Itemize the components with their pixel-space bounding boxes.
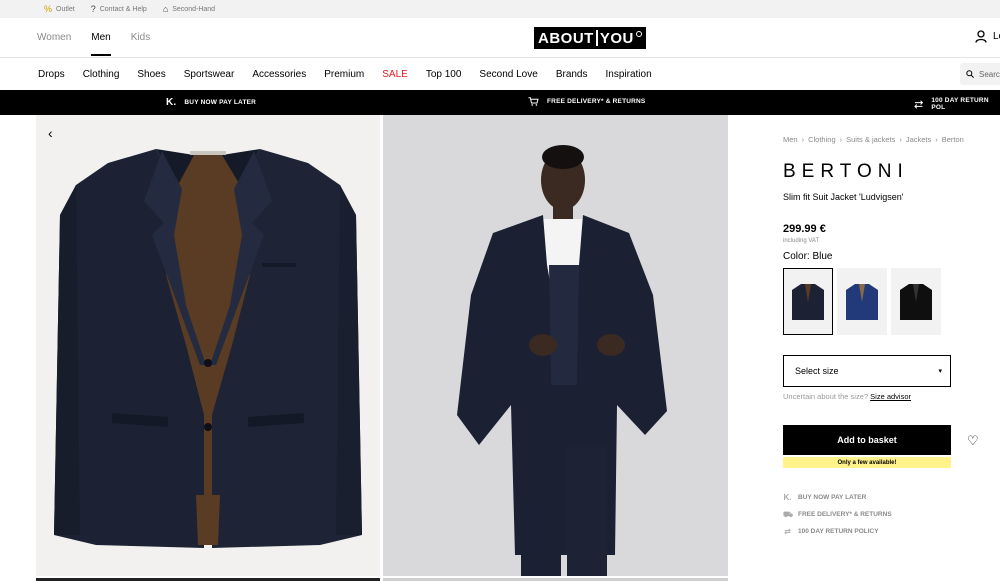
nav-sale[interactable]: SALE bbox=[382, 69, 408, 80]
nav-top-100[interactable]: Top 100 bbox=[426, 69, 462, 80]
heart-icon[interactable]: ♡ bbox=[967, 433, 979, 449]
breadcrumb-men[interactable]: Men bbox=[783, 135, 798, 144]
breadcrumb-brand[interactable]: Berton bbox=[942, 135, 964, 144]
return-arrows-icon: ⇄ bbox=[784, 527, 791, 536]
product-gallery: ‹ bbox=[36, 115, 728, 581]
about-you-logo[interactable]: ABOUT YOU bbox=[534, 27, 646, 49]
vat-note: including VAT bbox=[783, 238, 820, 244]
caret-down-icon: ▾ bbox=[938, 368, 942, 375]
breadcrumb-jackets[interactable]: Jackets bbox=[906, 135, 931, 144]
perk-delivery: ⛟ FREE DELIVERY* & RETURNS bbox=[783, 509, 892, 519]
nav-drops[interactable]: Drops bbox=[38, 69, 65, 80]
breadcrumb: Men › Clothing › Suits & jackets › Jacke… bbox=[783, 135, 964, 144]
size-advisor-link[interactable]: Size advisor bbox=[870, 392, 911, 401]
promo-bar: K. BUY NOW PAY LATER FREE DELIVERY* & RE… bbox=[0, 90, 1000, 115]
klarna-icon: K. bbox=[166, 97, 177, 108]
perk-buy-now: K. BUY NOW PAY LATER bbox=[783, 493, 867, 502]
nav-second-love[interactable]: Second Love bbox=[479, 69, 537, 80]
search-icon bbox=[966, 70, 974, 78]
size-select[interactable]: Select size ▾ bbox=[783, 355, 951, 387]
stock-notice: Only a few available! bbox=[783, 457, 951, 468]
nav-accessories[interactable]: Accessories bbox=[252, 69, 306, 80]
breadcrumb-suits[interactable]: Suits & jackets bbox=[846, 135, 895, 144]
cart-icon bbox=[528, 97, 539, 106]
back-arrow-icon[interactable]: ‹ bbox=[48, 125, 53, 141]
user-icon bbox=[975, 30, 987, 43]
model-illustration bbox=[457, 145, 667, 576]
category-nav: Drops Clothing Shoes Sportswear Accessor… bbox=[0, 58, 1000, 90]
tab-kids[interactable]: Kids bbox=[131, 32, 150, 43]
swatch-blue[interactable] bbox=[783, 268, 833, 335]
nav-brands[interactable]: Brands bbox=[556, 69, 588, 80]
size-help: Uncertain about the size? Size advisor bbox=[783, 392, 912, 401]
search-input[interactable]: Searc bbox=[960, 63, 1000, 85]
perks-list: K. BUY NOW PAY LATER ⛟ FREE DELIVERY* & RE… bbox=[783, 489, 892, 540]
perk-returns: ⇄ 100 DAY RETURN POLICY bbox=[784, 527, 879, 536]
breadcrumb-clothing[interactable]: Clothing bbox=[808, 135, 836, 144]
gender-tabs: Women Men Kids bbox=[37, 32, 150, 56]
product-name: Slim fit Suit Jacket 'Ludvigsen' bbox=[783, 192, 904, 202]
product-image-front[interactable]: ‹ bbox=[36, 115, 380, 576]
tab-men[interactable]: Men bbox=[91, 32, 112, 56]
second-hand-link[interactable]: ⌂ Second-Hand bbox=[163, 4, 215, 14]
brand-name[interactable]: BERTONI bbox=[783, 161, 909, 183]
nav-clothing[interactable]: Clothing bbox=[83, 69, 120, 80]
nav-inspiration[interactable]: Inspiration bbox=[606, 69, 652, 80]
account-button[interactable]: Lo bbox=[975, 30, 1000, 43]
add-to-basket-button[interactable]: Add to basket bbox=[783, 425, 951, 455]
promo-returns[interactable]: 100 DAY RETURN POL bbox=[914, 97, 1000, 111]
promo-buy-now[interactable]: K. BUY NOW PAY LATER bbox=[166, 97, 256, 108]
color-label: Color: Blue bbox=[783, 251, 833, 262]
swatch-royal-blue[interactable] bbox=[837, 268, 887, 335]
outlet-link[interactable]: % Outlet bbox=[44, 4, 75, 14]
header: Women Men Kids ABOUTYOU Lo bbox=[0, 18, 1000, 58]
chevron-right-icon: › bbox=[839, 135, 843, 144]
color-swatches bbox=[783, 268, 941, 335]
contact-link[interactable]: ? Contact & Help bbox=[91, 4, 147, 14]
return-arrows-icon bbox=[914, 99, 924, 109]
percent-icon: % bbox=[44, 4, 53, 14]
promo-delivery[interactable]: FREE DELIVERY* & RETURNS bbox=[528, 97, 645, 106]
nav-sportswear[interactable]: Sportswear bbox=[184, 69, 235, 80]
shirt-icon: ⌂ bbox=[162, 4, 169, 14]
chevron-right-icon: › bbox=[935, 135, 938, 144]
swatch-black[interactable] bbox=[891, 268, 941, 335]
price: 299.99 € bbox=[783, 223, 826, 235]
utility-bar: % Outlet ? Contact & Help ⌂ Second-Hand bbox=[0, 0, 1000, 18]
chevron-right-icon: › bbox=[801, 135, 805, 144]
tab-women[interactable]: Women bbox=[37, 32, 71, 43]
klarna-icon: K. bbox=[783, 493, 792, 502]
nav-shoes[interactable]: Shoes bbox=[137, 69, 165, 80]
nav-premium[interactable]: Premium bbox=[324, 69, 364, 80]
help-icon: ? bbox=[90, 4, 96, 14]
cart-icon: ⛟ bbox=[783, 509, 794, 519]
chevron-right-icon: › bbox=[899, 135, 902, 144]
product-image-model[interactable] bbox=[383, 115, 728, 576]
jacket-illustration bbox=[54, 149, 362, 548]
